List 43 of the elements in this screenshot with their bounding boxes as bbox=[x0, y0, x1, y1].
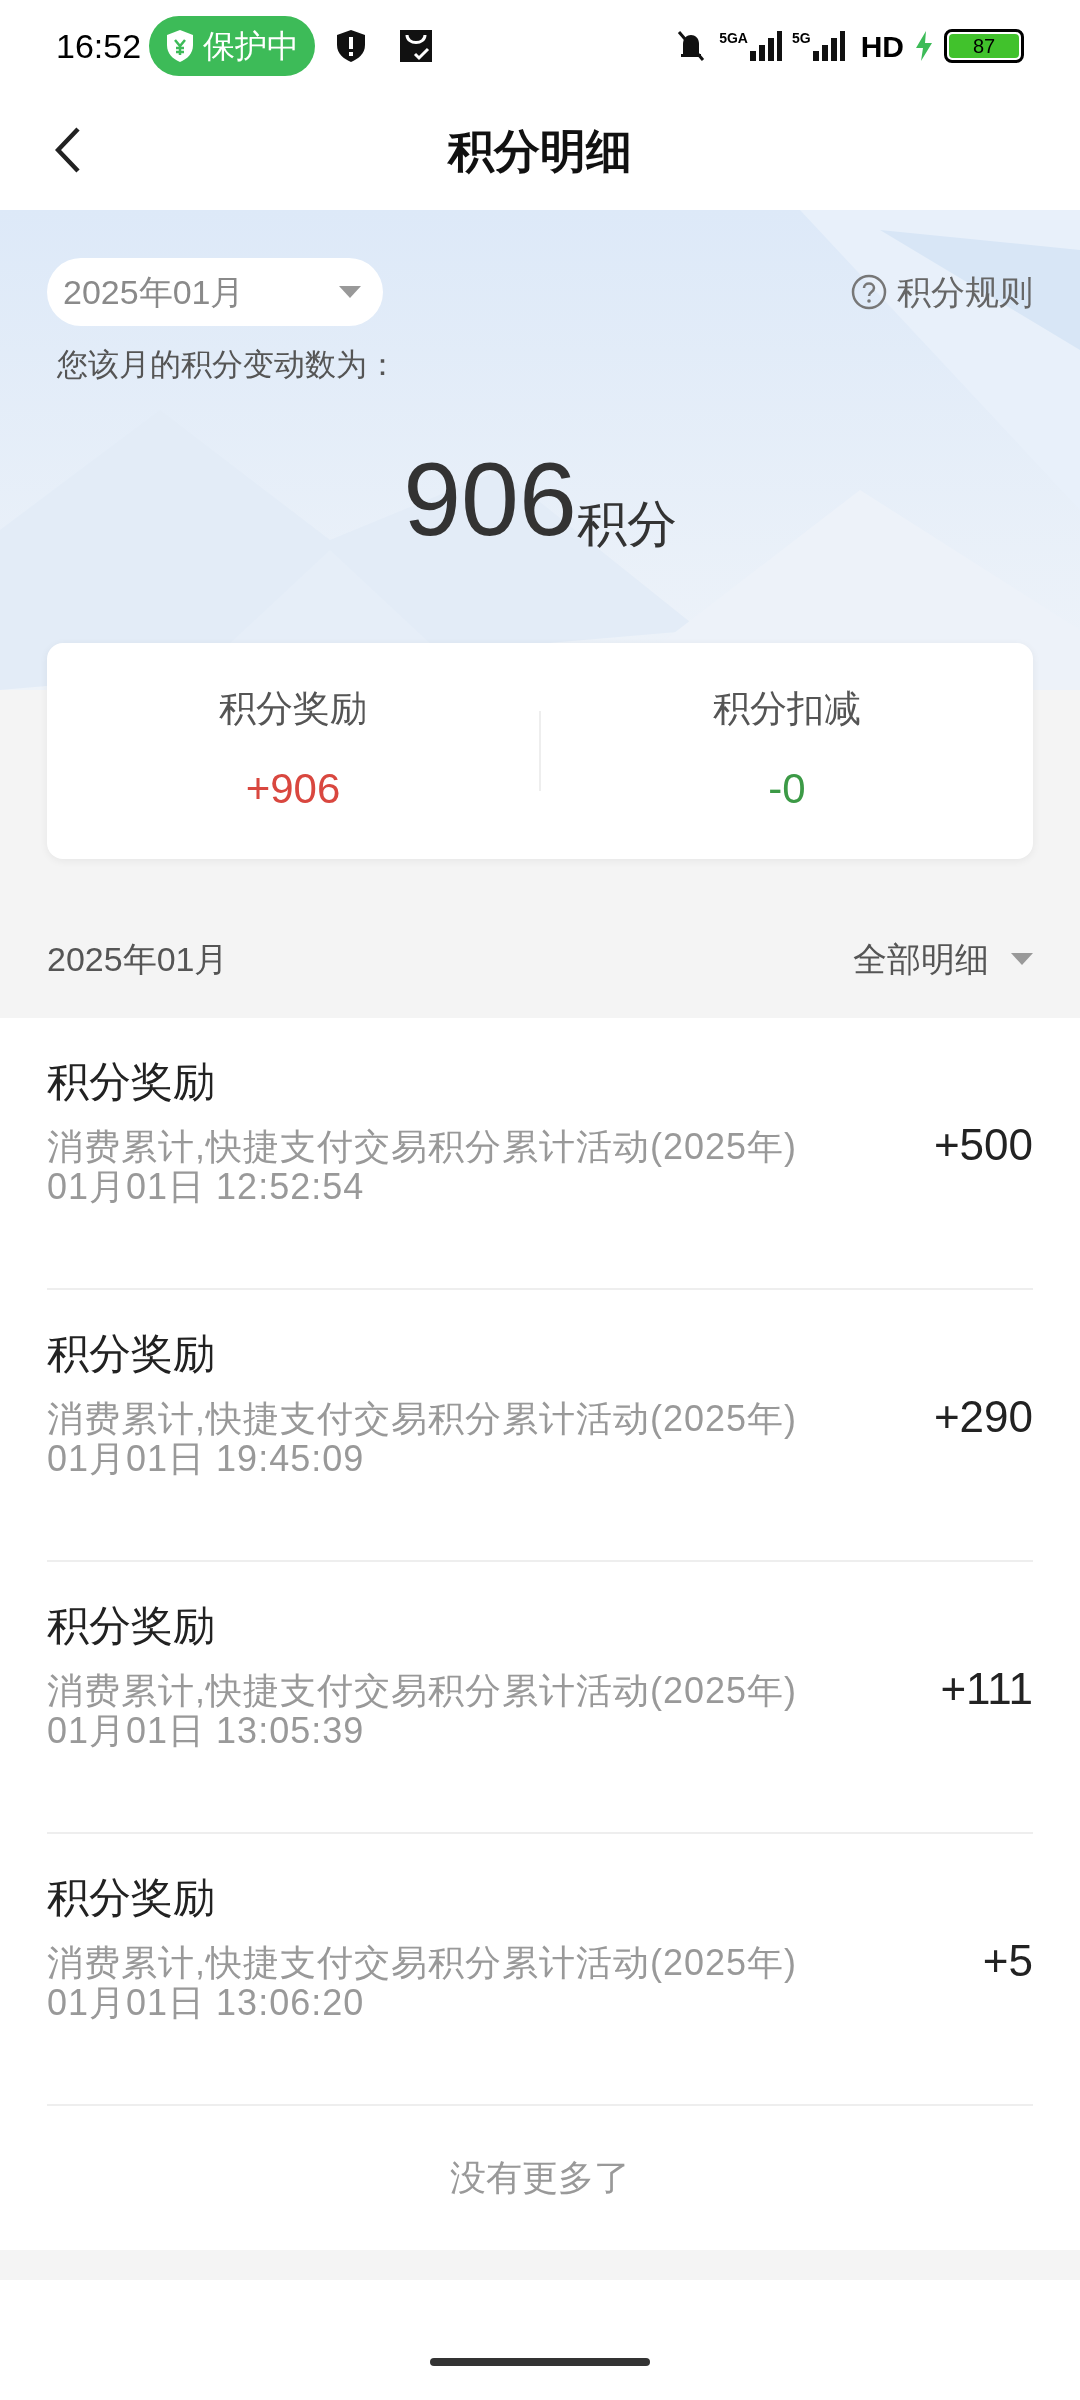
stat-value: +906 bbox=[245, 763, 341, 814]
network-label: 5G bbox=[791, 31, 811, 45]
record-title: 积分奖励 bbox=[47, 1329, 216, 1379]
caret-icon bbox=[339, 286, 361, 298]
record-time: 01月01日 19:45:09 bbox=[47, 1438, 366, 1479]
stat-label: 积分扣减 bbox=[713, 687, 861, 732]
stat-value: -0 bbox=[768, 763, 806, 814]
record-amount: +5 bbox=[982, 1938, 1033, 1983]
record-time: 01月01日 13:06:20 bbox=[47, 1982, 366, 2023]
record-description: 消费累计,快捷支付交易积分累计活动(2025年) bbox=[47, 1126, 798, 1167]
month-selector[interactable]: 2025年01月 bbox=[47, 258, 383, 326]
battery-level: 87 bbox=[949, 34, 1019, 58]
record-description: 消费累计,快捷支付交易积分累计活动(2025年) bbox=[47, 1942, 798, 1983]
record-title: 积分奖励 bbox=[47, 1873, 216, 1923]
list-month: 2025年01月 bbox=[47, 938, 229, 980]
help-icon bbox=[851, 274, 887, 310]
signal-icon bbox=[749, 31, 782, 61]
record-title: 积分奖励 bbox=[47, 1601, 216, 1651]
rules-link[interactable]: 积分规则 bbox=[851, 266, 1033, 318]
record-amount: +290 bbox=[933, 1394, 1033, 1439]
points-unit: 积分 bbox=[576, 498, 677, 549]
charging-icon bbox=[914, 31, 934, 61]
record-title: 积分奖励 bbox=[47, 1057, 216, 1107]
bag-check-icon bbox=[399, 29, 434, 63]
stat-label: 积分奖励 bbox=[219, 687, 367, 732]
record-description: 消费累计,快捷支付交易积分累计活动(2025年) bbox=[47, 1398, 798, 1439]
signal-icon bbox=[812, 31, 845, 61]
protection-badge: 保护中 bbox=[149, 16, 316, 76]
record-amount: +500 bbox=[933, 1122, 1033, 1167]
network-label: 5GA bbox=[719, 31, 748, 45]
record-description: 消费累计,快捷支付交易积分累计活动(2025年) bbox=[47, 1670, 798, 1711]
status-time: 16:52 bbox=[56, 25, 142, 67]
hd-label: HD bbox=[860, 28, 904, 65]
page-title: 积分明细 bbox=[448, 123, 632, 179]
record-time: 01月01日 12:52:54 bbox=[47, 1166, 366, 1207]
filter-dropdown[interactable]: 全部明细 bbox=[853, 933, 1033, 985]
caption-text: 您该月的积分变动数为： bbox=[57, 346, 399, 384]
end-of-list-text: 没有更多了 bbox=[449, 2156, 631, 2200]
caret-icon bbox=[1011, 953, 1033, 965]
total-points: 906 bbox=[403, 446, 577, 551]
record-amount: +111 bbox=[940, 1666, 1033, 1711]
shield-alert-icon bbox=[335, 29, 368, 63]
record-time: 01月01日 13:05:39 bbox=[47, 1710, 366, 1751]
